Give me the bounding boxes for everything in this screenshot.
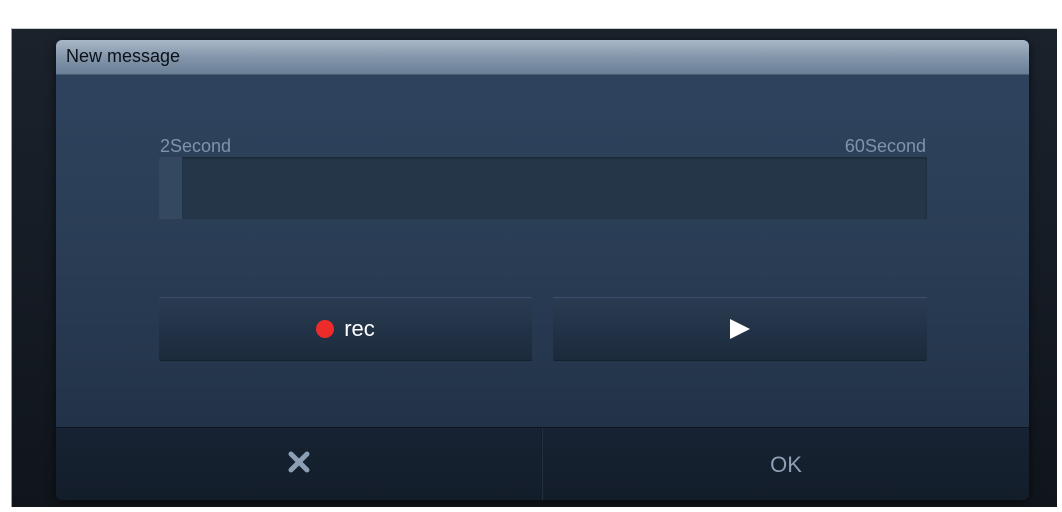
app-screen: New message 2Second 60Second rec OK: [11, 28, 1057, 507]
record-dot-icon: [316, 320, 335, 338]
dialog-footer: OK: [56, 427, 1029, 500]
range-min-label: 2Second: [160, 136, 232, 156]
ok-button-label: OK: [770, 451, 802, 477]
close-icon: [287, 450, 311, 479]
recording-progress-bar: [159, 157, 927, 219]
range-max-label: 60Second: [844, 136, 926, 156]
new-message-dialog: New message 2Second 60Second rec OK: [56, 40, 1029, 500]
cancel-button[interactable]: [56, 428, 541, 500]
play-button[interactable]: [553, 297, 927, 361]
play-icon: [729, 318, 751, 340]
dialog-titlebar: New message: [56, 40, 1029, 75]
dialog-title: New message: [66, 46, 181, 66]
record-button[interactable]: rec: [159, 297, 532, 361]
ok-button[interactable]: OK: [543, 428, 1029, 500]
record-button-label: rec: [344, 316, 375, 341]
recording-progress-fill: [159, 157, 183, 219]
